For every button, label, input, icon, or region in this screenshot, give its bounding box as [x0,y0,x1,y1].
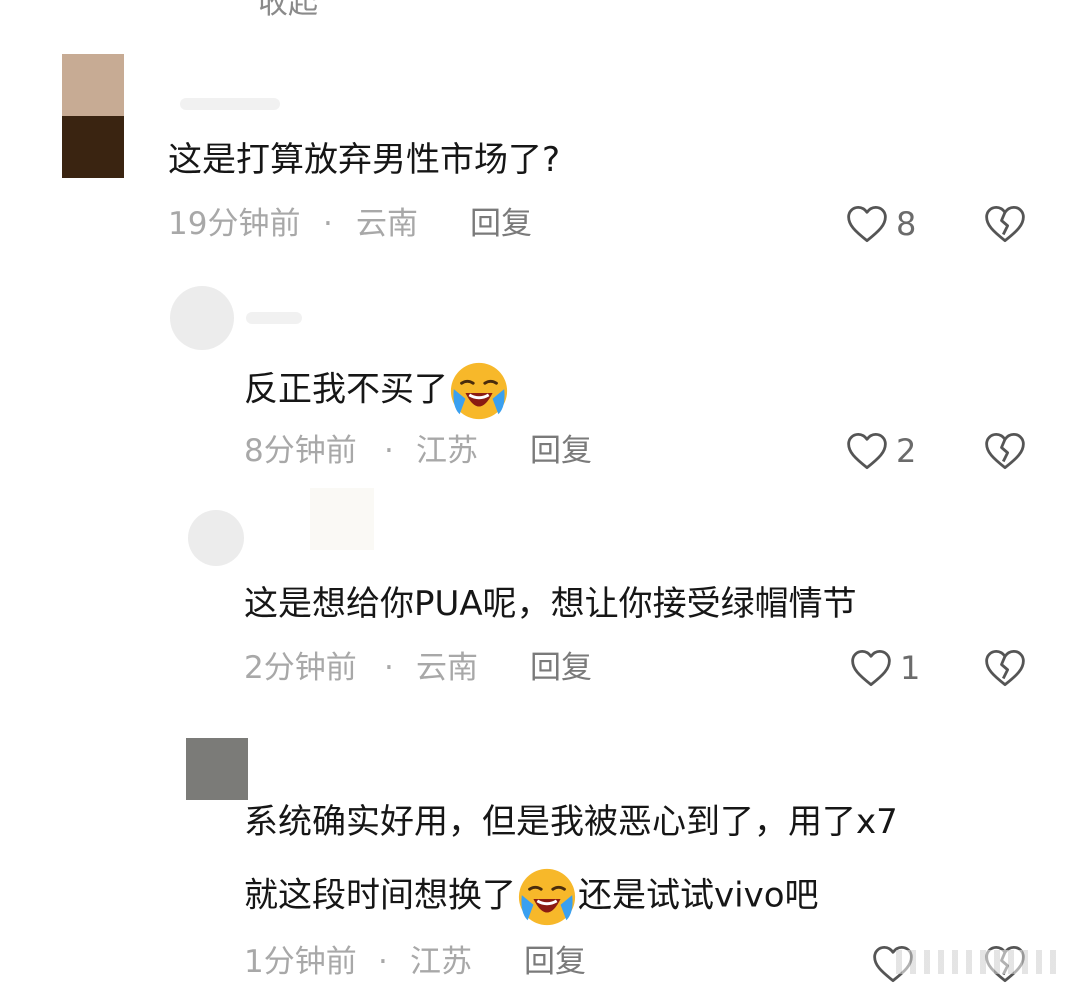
username-blurred [246,312,302,324]
comment-text-line-2: 就这段时间想换了 还是试试vivo吧 [244,866,819,928]
heart-icon [847,205,887,243]
comment-location: 江苏 [410,944,472,980]
like-count: 8 [896,205,917,243]
dislike-button[interactable] [984,648,1026,692]
like-button[interactable]: 8 [846,204,916,244]
username-blurred [180,98,280,110]
loudly-crying-face-emoji [450,362,508,420]
separator-dot: · [384,650,394,686]
comment-location: 云南 [416,650,478,686]
reply-button[interactable]: 回复 [530,648,592,688]
reply-button[interactable]: 回复 [530,431,592,471]
comment-time: 1分钟前 [244,944,357,980]
like-count: 1 [900,649,921,687]
separator-dot: · [384,433,394,469]
broken-heart-icon [985,649,1025,687]
dislike-button[interactable] [984,204,1026,248]
avatar[interactable] [188,510,244,566]
dislike-button[interactable] [984,431,1026,475]
blurred-artifact [310,488,374,550]
like-button[interactable]: 1 [850,648,920,688]
reply-button[interactable]: 回复 [524,942,586,982]
like-count: 2 [896,432,917,470]
avatar[interactable] [62,54,124,178]
broken-heart-icon [985,432,1025,470]
broken-heart-icon [985,205,1025,243]
loudly-crying-face-emoji [518,868,576,926]
comment-location: 云南 [356,206,418,242]
reply-button[interactable]: 回复 [470,204,532,244]
comment-time: 19分钟前 [168,206,301,242]
comment-text-line-1: 系统确实好用，但是我被恶心到了，用了x7 [244,802,898,842]
watermark [896,950,1056,974]
comment-text: 这是想给你PUA呢，想让你接受绿帽情节 [244,584,857,624]
heart-icon [847,432,887,470]
separator-dot: · [378,944,388,980]
avatar[interactable] [170,286,234,350]
separator-dot: · [323,206,333,242]
like-button[interactable]: 2 [846,431,916,471]
collapse-link[interactable]: 收起 [258,0,318,22]
heart-icon [851,649,891,687]
comment-time: 2分钟前 [244,650,357,686]
comment-text: 这是打算放弃男性市场了? [168,140,561,180]
comment-location: 江苏 [416,433,478,469]
comment-text: 反正我不买了 [244,360,510,422]
comment-time: 8分钟前 [244,433,357,469]
avatar[interactable] [186,738,248,800]
